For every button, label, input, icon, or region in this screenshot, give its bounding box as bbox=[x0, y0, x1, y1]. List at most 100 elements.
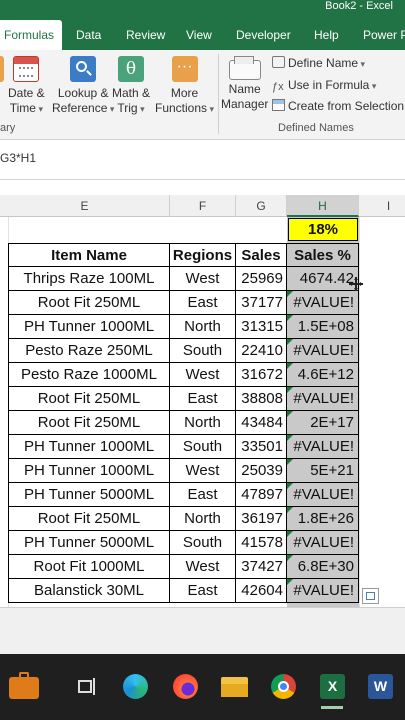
cell-region[interactable]: South bbox=[170, 435, 236, 459]
cell-sales-percent[interactable]: 5E+21 bbox=[287, 459, 359, 483]
cell-sales-percent[interactable]: 4.6E+12 bbox=[287, 363, 359, 387]
cell-sales[interactable]: 31315 bbox=[236, 315, 287, 339]
tab-power-pivot[interactable]: Power P bbox=[363, 20, 405, 50]
tab-formulas[interactable]: Formulas bbox=[0, 20, 63, 50]
cell-item-name[interactable]: PH Tunner 1000ML bbox=[8, 315, 170, 339]
calendar-icon bbox=[13, 56, 40, 82]
cell-item-name[interactable]: PH Tunner 5000ML bbox=[8, 531, 170, 555]
ribbon-separator bbox=[218, 54, 219, 134]
worksheet-grid[interactable]: E F G H I 18% Item Name Regions Sales Sales… bbox=[0, 195, 405, 607]
chrome-icon[interactable] bbox=[268, 671, 298, 701]
cell-sales-percent[interactable]: #VALUE! bbox=[287, 291, 359, 315]
cell-item-name[interactable]: Pesto Raze 1000ML bbox=[8, 363, 170, 387]
name-manager-button[interactable]: Name Manager bbox=[221, 56, 268, 112]
create-from-selection-button[interactable]: Create from Selection bbox=[272, 99, 404, 113]
cell-item-name[interactable]: PH Tunner 5000ML bbox=[8, 483, 170, 507]
cell-region[interactable]: East bbox=[170, 483, 236, 507]
cell-region[interactable]: West bbox=[170, 363, 236, 387]
lookup-reference-button[interactable]: Lookup & Reference bbox=[52, 56, 114, 117]
briefcase-icon[interactable] bbox=[9, 671, 39, 701]
cell-item-name[interactable]: PH Tunner 1000ML bbox=[8, 459, 170, 483]
cell-region[interactable]: East bbox=[170, 291, 236, 315]
cell-sales[interactable]: 37177 bbox=[236, 291, 287, 315]
date-time-button[interactable]: Date & Time bbox=[8, 56, 45, 117]
more-functions-button[interactable]: ··· More Functions bbox=[155, 56, 214, 117]
cell-region[interactable]: North bbox=[170, 507, 236, 531]
firefox-icon[interactable] bbox=[170, 671, 200, 701]
file-explorer-icon[interactable] bbox=[219, 671, 249, 701]
edge-icon[interactable] bbox=[120, 671, 150, 701]
formula-text[interactable]: G3*H1 bbox=[0, 151, 36, 165]
cell-sales[interactable]: 43484 bbox=[236, 411, 287, 435]
column-header-i[interactable]: I bbox=[359, 195, 405, 217]
cell-sales-percent[interactable]: 2E+17 bbox=[287, 411, 359, 435]
cell-region[interactable]: West bbox=[170, 459, 236, 483]
cell-sales-percent[interactable]: #VALUE! bbox=[287, 531, 359, 555]
header-item-name[interactable]: Item Name bbox=[8, 243, 170, 267]
tab-view[interactable]: View bbox=[186, 20, 212, 50]
column-header-f[interactable]: F bbox=[170, 195, 236, 217]
header-sales-percent[interactable]: Sales % bbox=[287, 243, 359, 267]
quick-analysis-icon[interactable] bbox=[362, 588, 379, 604]
cell-sales[interactable]: 38808 bbox=[236, 387, 287, 411]
cell-item-name[interactable]: Pesto Raze 250ML bbox=[8, 339, 170, 363]
cell-sales-percent[interactable]: 6.8E+30 bbox=[287, 555, 359, 579]
header-sales[interactable]: Sales bbox=[236, 243, 287, 267]
cell-sales-percent[interactable]: #VALUE! bbox=[287, 387, 359, 411]
cell-sales[interactable]: 37427 bbox=[236, 555, 287, 579]
cell-region[interactable]: East bbox=[170, 579, 236, 603]
title-bar: Book2 - Excel bbox=[0, 0, 405, 20]
excel-icon[interactable]: X bbox=[317, 671, 347, 709]
column-header-g[interactable]: G bbox=[236, 195, 287, 217]
cell-sales[interactable]: 41578 bbox=[236, 531, 287, 555]
task-view-icon[interactable] bbox=[71, 671, 101, 701]
partial-function-icon[interactable] bbox=[0, 56, 4, 82]
tab-help[interactable]: Help bbox=[314, 20, 339, 50]
column-header-h[interactable]: H bbox=[287, 195, 359, 217]
define-name-button[interactable]: Define Name bbox=[272, 56, 365, 70]
cell-region[interactable]: South bbox=[170, 339, 236, 363]
cell-sales[interactable]: 22410 bbox=[236, 339, 287, 363]
formula-bar[interactable]: G3*H1 bbox=[0, 140, 405, 180]
cell-item-name[interactable]: Root Fit 1000ML bbox=[8, 555, 170, 579]
theta-icon: θ bbox=[118, 56, 144, 82]
word-icon[interactable]: W bbox=[365, 671, 395, 701]
tab-data[interactable]: Data bbox=[76, 20, 101, 50]
cell-item-name[interactable]: Root Fit 250ML bbox=[8, 507, 170, 531]
cell-sales-percent[interactable]: #VALUE! bbox=[287, 339, 359, 363]
tab-review[interactable]: Review bbox=[126, 20, 165, 50]
cell-sales-percent[interactable]: 1.8E+26 bbox=[287, 507, 359, 531]
cell-item-name[interactable]: Thrips Raze 100ML bbox=[8, 267, 170, 291]
use-in-formula-icon: ƒx bbox=[272, 81, 284, 93]
cell-sales[interactable]: 42604 bbox=[236, 579, 287, 603]
header-region[interactable]: Regions bbox=[170, 243, 236, 267]
cell-sales-percent[interactable]: 1.5E+08 bbox=[287, 315, 359, 339]
cell-sales[interactable]: 31672 bbox=[236, 363, 287, 387]
cell-region[interactable]: East bbox=[170, 387, 236, 411]
cell-region[interactable]: South bbox=[170, 531, 236, 555]
cell-item-name[interactable]: Root Fit 250ML bbox=[8, 387, 170, 411]
cursor-icon bbox=[349, 277, 363, 291]
math-trig-button[interactable]: θ Math & Trig bbox=[112, 56, 150, 117]
cell-item-name[interactable]: Root Fit 250ML bbox=[8, 291, 170, 315]
cell-region[interactable]: North bbox=[170, 411, 236, 435]
cell-sales-percent[interactable]: #VALUE! bbox=[287, 435, 359, 459]
cell-region[interactable]: West bbox=[170, 267, 236, 291]
column-header-e[interactable]: E bbox=[0, 195, 170, 217]
cell-sales-percent[interactable]: #VALUE! bbox=[287, 483, 359, 507]
cell-region[interactable]: West bbox=[170, 555, 236, 579]
windows-taskbar: X W bbox=[0, 654, 405, 720]
cell-sales[interactable]: 33501 bbox=[236, 435, 287, 459]
cell-item-name[interactable]: Root Fit 250ML bbox=[8, 411, 170, 435]
cell-sales[interactable]: 25969 bbox=[236, 267, 287, 291]
percent-input-cell[interactable]: 18% bbox=[288, 218, 358, 241]
use-in-formula-button[interactable]: ƒx Use in Formula bbox=[272, 78, 376, 93]
cell-item-name[interactable]: Balanstick 30ML bbox=[8, 579, 170, 603]
cell-region[interactable]: North bbox=[170, 315, 236, 339]
cell-item-name[interactable]: PH Tunner 1000ML bbox=[8, 435, 170, 459]
cell-sales[interactable]: 25039 bbox=[236, 459, 287, 483]
cell-sales-percent[interactable]: #VALUE! bbox=[287, 579, 359, 603]
cell-sales[interactable]: 47897 bbox=[236, 483, 287, 507]
cell-sales[interactable]: 36197 bbox=[236, 507, 287, 531]
tab-developer[interactable]: Developer bbox=[236, 20, 291, 50]
